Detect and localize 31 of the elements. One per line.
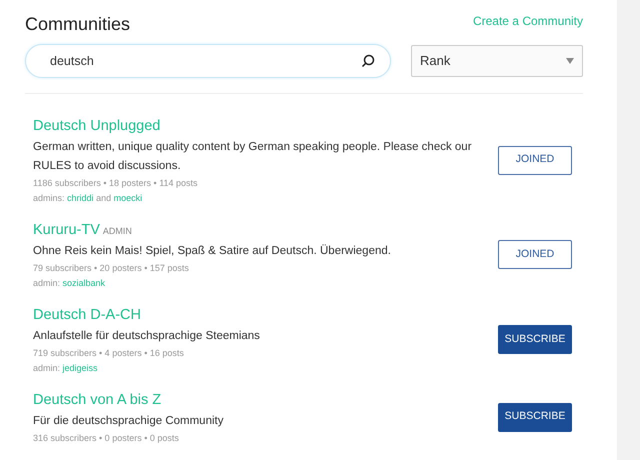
search-field[interactable]: deutsch [25, 44, 391, 78]
joined-button[interactable]: JOINED [498, 146, 572, 174]
community-stats: 79 subscribers • 20 posters • 157 posts [33, 262, 190, 275]
page-title: Communities [25, 14, 130, 36]
admins-label: admin: [33, 278, 60, 288]
admins-label: admin: [33, 363, 60, 373]
subscribe-button[interactable]: SUBSCRIBE [498, 325, 572, 354]
community-title-link[interactable]: Deutsch D-A-CH [33, 307, 141, 323]
admin-link[interactable]: sozialbank [62, 278, 106, 288]
caret-icon [566, 58, 574, 64]
community-stats: 719 subscribers • 4 posters • 16 posts [33, 347, 185, 360]
community-description: Ohne Reis kein Mais! Spiel, Spaß & Satire auf Deutsch. Überwiegend. [33, 243, 392, 259]
community-stats: 316 subscribers • 0 posters • 0 posts [33, 432, 180, 445]
admin-link[interactable]: jedigeiss [62, 363, 98, 373]
community-description: Für die deutschsprachige Community [33, 414, 224, 429]
community-title-link[interactable]: Kururu-TV [33, 222, 100, 238]
create-community-link[interactable]: Create a Community [472, 12, 583, 30]
community-title-link[interactable]: Deutsch Unplugged [33, 118, 160, 134]
role-label: ADMIN [102, 226, 132, 236]
admin-link[interactable]: moecki [114, 193, 142, 203]
conjunction-text: and [96, 193, 112, 203]
sort-dropdown[interactable]: Rank [411, 45, 583, 77]
admin-link[interactable]: chriddi [67, 193, 94, 203]
joined-button[interactable]: JOINED [498, 240, 572, 269]
community-description: Anlaufstelle für deutschsprachige Steemians [33, 329, 261, 344]
community-description: German written, unique quality content by German speaking people. Please check our RULES to avoid discussions. [33, 140, 473, 174]
search-icon [361, 54, 375, 68]
admins-label: admins: [33, 193, 65, 203]
community-stats: 1186 subscribers • 18 posters • 114 posts [33, 177, 199, 190]
community-title-link[interactable]: Deutsch von A bis Z [33, 392, 162, 408]
subscribe-button[interactable]: SUBSCRIBE [498, 402, 572, 432]
